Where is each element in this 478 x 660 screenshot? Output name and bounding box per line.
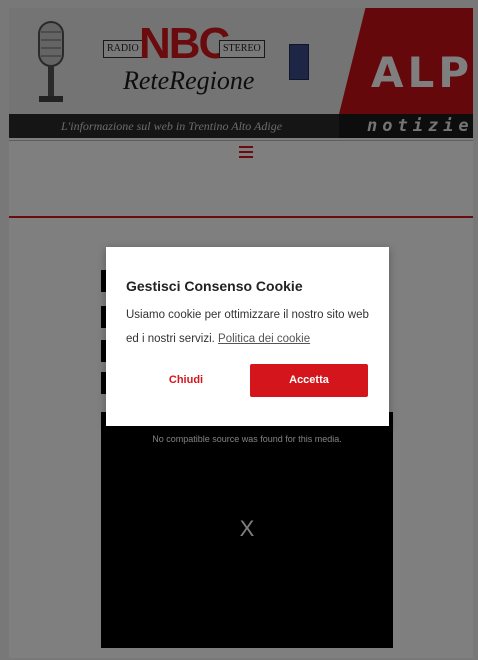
accept-button[interactable]: Accetta	[250, 364, 368, 397]
close-button[interactable]: Chiudi	[126, 364, 246, 397]
cookie-policy-link[interactable]: Politica dei cookie	[218, 333, 310, 345]
dialog-body: Usiamo cookie per ottimizzare il nostro …	[126, 303, 376, 351]
dialog-title: Gestisci Consenso Cookie	[126, 278, 303, 294]
cookie-consent-dialog: Gestisci Consenso Cookie Usiamo cookie p…	[106, 247, 389, 426]
